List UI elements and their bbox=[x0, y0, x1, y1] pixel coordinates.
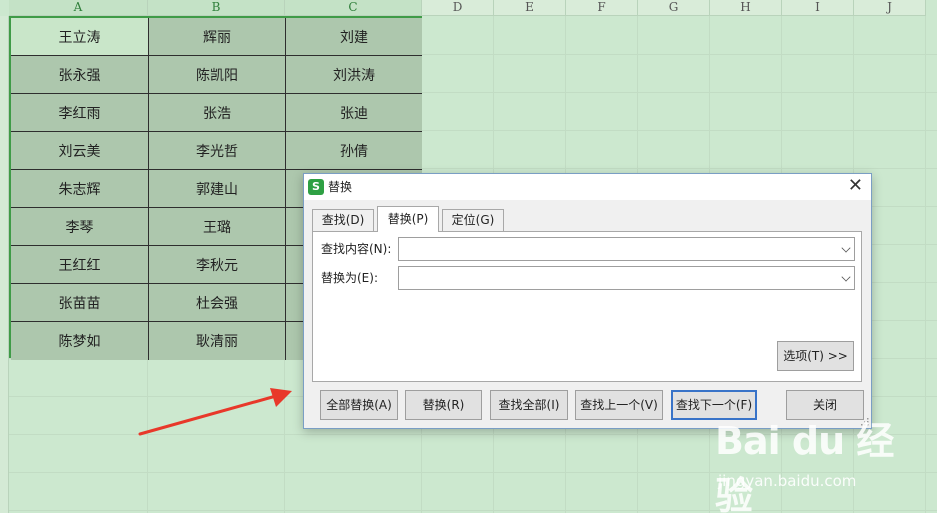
watermark-url: jingyan.baidu.com bbox=[718, 472, 857, 490]
column-gridline bbox=[925, 16, 926, 513]
chevron-down-icon[interactable] bbox=[841, 243, 851, 253]
cell-c1[interactable]: 刘建 bbox=[286, 18, 422, 56]
cell-a2[interactable]: 张永强 bbox=[11, 56, 149, 94]
cell-a6[interactable]: 李琴 bbox=[11, 208, 149, 246]
replace-all-button[interactable]: 全部替换(A) bbox=[320, 390, 398, 420]
column-header-d[interactable]: D bbox=[422, 0, 494, 16]
cell-a1[interactable]: 王立涛 bbox=[11, 18, 149, 56]
cell-c3[interactable]: 张迪 bbox=[286, 94, 422, 132]
column-header-g[interactable]: G bbox=[638, 0, 710, 16]
cell-a8[interactable]: 张苗苗 bbox=[11, 284, 149, 322]
chevron-down-icon[interactable] bbox=[841, 272, 851, 282]
cell-a7[interactable]: 王红红 bbox=[11, 246, 149, 284]
column-header-b[interactable]: B bbox=[148, 0, 285, 16]
column-header-e[interactable]: E bbox=[494, 0, 566, 16]
cell-b3[interactable]: 张浩 bbox=[149, 94, 286, 132]
column-header-a[interactable]: A bbox=[9, 0, 148, 16]
column-header-i[interactable]: I bbox=[782, 0, 854, 16]
replace-tab-panel: 查找内容(N): 替换为(E): 选项(T) >> bbox=[312, 231, 862, 382]
find-what-label: 查找内容(N): bbox=[321, 242, 392, 256]
column-header-c[interactable]: C bbox=[285, 0, 422, 16]
column-header-j[interactable]: J bbox=[854, 0, 926, 16]
row-header-gutter[interactable] bbox=[0, 16, 9, 513]
find-previous-button[interactable]: 查找上一个(V) bbox=[575, 390, 663, 420]
cell-a9[interactable]: 陈梦如 bbox=[11, 322, 149, 360]
dialog-title-bar[interactable]: S 替换 ✕ bbox=[304, 174, 871, 200]
cell-b8[interactable]: 杜会强 bbox=[149, 284, 286, 322]
cell-b9[interactable]: 耿清丽 bbox=[149, 322, 286, 360]
cell-b6[interactable]: 王璐 bbox=[149, 208, 286, 246]
replace-button[interactable]: 替换(R) bbox=[405, 390, 482, 420]
column-header-f[interactable]: F bbox=[566, 0, 638, 16]
cell-a3[interactable]: 李红雨 bbox=[11, 94, 149, 132]
tab-goto[interactable]: 定位(G) bbox=[442, 209, 504, 231]
baidu-jingyan-watermark: Bai du 经验 jingyan.baidu.com bbox=[715, 410, 895, 513]
cell-b1[interactable]: 辉丽 bbox=[149, 18, 286, 56]
cell-a5[interactable]: 朱志辉 bbox=[11, 170, 149, 208]
replace-with-input[interactable] bbox=[399, 267, 829, 289]
watermark-logo: Bai du 经验 bbox=[715, 419, 894, 513]
cell-a4[interactable]: 刘云美 bbox=[11, 132, 149, 170]
cell-b2[interactable]: 陈凯阳 bbox=[149, 56, 286, 94]
dialog-title: 替换 bbox=[328, 180, 353, 194]
find-what-combo[interactable] bbox=[398, 237, 855, 261]
cell-b4[interactable]: 李光哲 bbox=[149, 132, 286, 170]
cell-b5[interactable]: 郭建山 bbox=[149, 170, 286, 208]
replace-dialog: S 替换 ✕ 查找(D) 替换(P) 定位(G) 查找内容(N): 替换为(E)… bbox=[303, 173, 872, 429]
cell-c4[interactable]: 孙倩 bbox=[286, 132, 422, 170]
cell-b7[interactable]: 李秋元 bbox=[149, 246, 286, 284]
column-header-h[interactable]: H bbox=[710, 0, 782, 16]
tab-find[interactable]: 查找(D) bbox=[312, 209, 374, 231]
tab-replace[interactable]: 替换(P) bbox=[377, 206, 439, 232]
find-what-input[interactable] bbox=[399, 238, 829, 260]
options-button[interactable]: 选项(T) >> bbox=[777, 341, 854, 371]
replace-with-label: 替换为(E): bbox=[321, 271, 378, 285]
wps-spreadsheet-icon: S bbox=[308, 179, 324, 195]
close-icon[interactable]: ✕ bbox=[848, 176, 863, 196]
find-all-button[interactable]: 查找全部(I) bbox=[490, 390, 568, 420]
replace-with-combo[interactable] bbox=[398, 266, 855, 290]
cell-c2[interactable]: 刘洪涛 bbox=[286, 56, 422, 94]
red-arrow-annotation bbox=[138, 388, 292, 436]
